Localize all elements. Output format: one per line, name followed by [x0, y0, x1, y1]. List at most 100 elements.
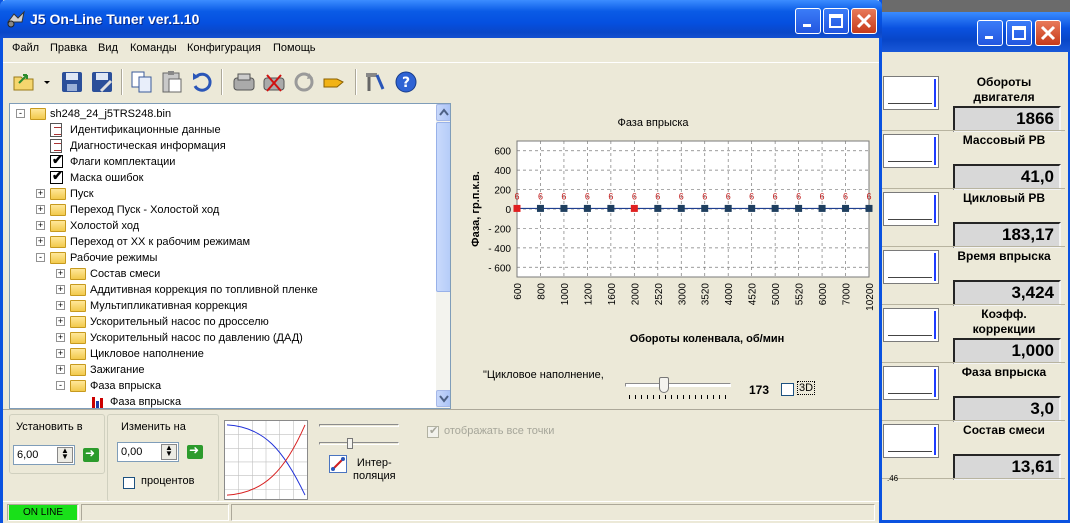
- menu-commands[interactable]: Команды: [130, 42, 177, 54]
- refresh-button[interactable]: [291, 69, 317, 95]
- tree-item-label: Диагностическая информация: [70, 140, 226, 152]
- tools-button[interactable]: [363, 69, 389, 95]
- injection-phase-chart[interactable]: 6004002000- 200- 400- 600600 800 1000 1200 1…: [453, 103, 879, 363]
- slider-caption: "Цикловое наполнение,: [483, 369, 604, 381]
- maximize-button[interactable]: [823, 8, 849, 34]
- menu-configuration[interactable]: Конфигурация: [187, 42, 261, 54]
- expander-minus-icon[interactable]: -: [16, 109, 25, 118]
- gauge-value: 1866: [953, 106, 1061, 132]
- scroll-thumb[interactable]: [436, 122, 450, 292]
- folder-icon: [70, 284, 86, 296]
- expander-minus-icon[interactable]: -: [56, 381, 65, 390]
- minimize-icon: [803, 24, 811, 27]
- x-tick-label: 1200: [583, 283, 594, 306]
- scroll-down-button[interactable]: [436, 390, 450, 407]
- interpolation-label: Интер- поляция: [353, 457, 396, 483]
- percent-checkbox-label[interactable]: процентов: [141, 475, 194, 487]
- save-button[interactable]: [59, 69, 85, 95]
- menu-edit[interactable]: Правка: [50, 42, 87, 54]
- secondary-maximize-button[interactable]: [1006, 20, 1032, 46]
- ecu-write-button[interactable]: [261, 69, 287, 95]
- save-as-button[interactable]: [89, 69, 115, 95]
- interp-slider-thumb[interactable]: [347, 438, 353, 449]
- folder-icon: [70, 300, 86, 312]
- window-title: J5 On-Line Tuner ver.1.10: [30, 11, 200, 27]
- cyclic-filling-slider[interactable]: [625, 383, 731, 387]
- titlebar[interactable]: J5 On-Line Tuner ver.1.10: [0, 0, 882, 38]
- interp-slider-bottom[interactable]: [319, 442, 399, 445]
- slider-ticks: [629, 395, 729, 399]
- menu-file[interactable]: Файл: [12, 42, 39, 54]
- data-label: 6: [820, 191, 825, 201]
- secondary-minimize-button[interactable]: [977, 20, 1003, 46]
- expander-plus-icon[interactable]: +: [56, 301, 65, 310]
- show-all-points-checkbox[interactable]: [427, 424, 439, 438]
- apply-set-button[interactable]: [83, 446, 99, 462]
- gauge-value: 183,17: [953, 222, 1061, 248]
- scroll-up-button[interactable]: [436, 104, 450, 121]
- help-button[interactable]: ?: [393, 69, 419, 95]
- tree-scrollbar[interactable]: [436, 104, 450, 408]
- secondary-window-titlebar[interactable]: [879, 12, 1070, 52]
- interpolation-button[interactable]: [329, 455, 347, 473]
- data-point: [677, 204, 685, 212]
- folder-icon: [70, 364, 86, 376]
- close-button[interactable]: [851, 8, 877, 34]
- gauge-label: Состав смеси: [963, 423, 1045, 437]
- folder-icon: [70, 268, 86, 280]
- x-tick-label: 4000: [724, 283, 735, 306]
- change-value-spinner[interactable]: ▲ ▼: [161, 444, 177, 460]
- paste-button[interactable]: [159, 69, 185, 95]
- folder-icon: [70, 316, 86, 328]
- expander-plus-icon[interactable]: +: [36, 221, 45, 230]
- undo-button[interactable]: [189, 69, 215, 95]
- gauge-thumbnail-bar: [934, 311, 936, 339]
- interpolation-icon: [331, 457, 345, 471]
- minimize-button[interactable]: [795, 8, 821, 34]
- status-cell-3: [231, 504, 875, 521]
- expander-plus-icon[interactable]: +: [36, 205, 45, 214]
- secondary-close-button[interactable]: [1035, 20, 1061, 46]
- expander-plus-icon[interactable]: +: [56, 349, 65, 358]
- chart-icon-bar: [96, 401, 99, 408]
- expander-plus-icon[interactable]: +: [56, 365, 65, 374]
- open-dropdown-button[interactable]: [41, 69, 53, 95]
- open-button[interactable]: [11, 69, 37, 95]
- menu-help[interactable]: Помощь: [273, 42, 316, 54]
- apply-change-button[interactable]: [187, 443, 203, 459]
- expander-plus-icon[interactable]: +: [56, 269, 65, 278]
- parameter-tree[interactable]: - sh248_24_j5TRS248.bin Идентификационные …: [9, 103, 451, 409]
- gauge-history-thumbnail: [883, 308, 939, 342]
- 3d-checkbox-label[interactable]: 3D: [797, 381, 816, 395]
- menu-view[interactable]: Вид: [98, 42, 118, 54]
- expander-minus-icon[interactable]: -: [36, 253, 45, 262]
- expander-plus-icon[interactable]: +: [56, 285, 65, 294]
- x-tick-label: 5520: [795, 283, 806, 306]
- folder-open-icon: [50, 252, 66, 264]
- set-value-text: 6,00: [17, 449, 39, 461]
- set-value-input[interactable]: 6,00 ▲ ▼: [13, 445, 75, 465]
- set-value-spinner[interactable]: ▲ ▼: [57, 447, 73, 463]
- data-label: 6: [608, 191, 613, 201]
- percent-checkbox[interactable]: [123, 477, 135, 489]
- open-icon: [13, 74, 34, 91]
- x-tick-label: 6000: [818, 283, 829, 306]
- toolbar-separator: [355, 69, 357, 95]
- copy-button[interactable]: [129, 69, 155, 95]
- expander-plus-icon[interactable]: +: [56, 333, 65, 342]
- expander-plus-icon[interactable]: +: [56, 317, 65, 326]
- expander-plus-icon[interactable]: +: [36, 237, 45, 246]
- connect-button[interactable]: [321, 69, 347, 95]
- interp-slider-top[interactable]: [319, 424, 399, 427]
- tree-item-label: Переход от ХХ к рабочим режимам: [70, 236, 251, 248]
- 3d-checkbox[interactable]: [781, 383, 794, 396]
- x-tick-label: 800: [536, 283, 547, 300]
- gauge-label: Массовый РВ: [962, 133, 1046, 147]
- expander-plus-icon[interactable]: +: [36, 189, 45, 198]
- slider-thumb[interactable]: [658, 377, 669, 393]
- ecu-read-button[interactable]: [231, 69, 257, 95]
- menubar: Файл Правка Вид Команды Конфигурация Пом…: [3, 38, 879, 60]
- minimize-icon: [985, 36, 993, 39]
- change-value-input[interactable]: 0,00 ▲ ▼: [117, 442, 179, 462]
- data-label: 6: [585, 191, 590, 201]
